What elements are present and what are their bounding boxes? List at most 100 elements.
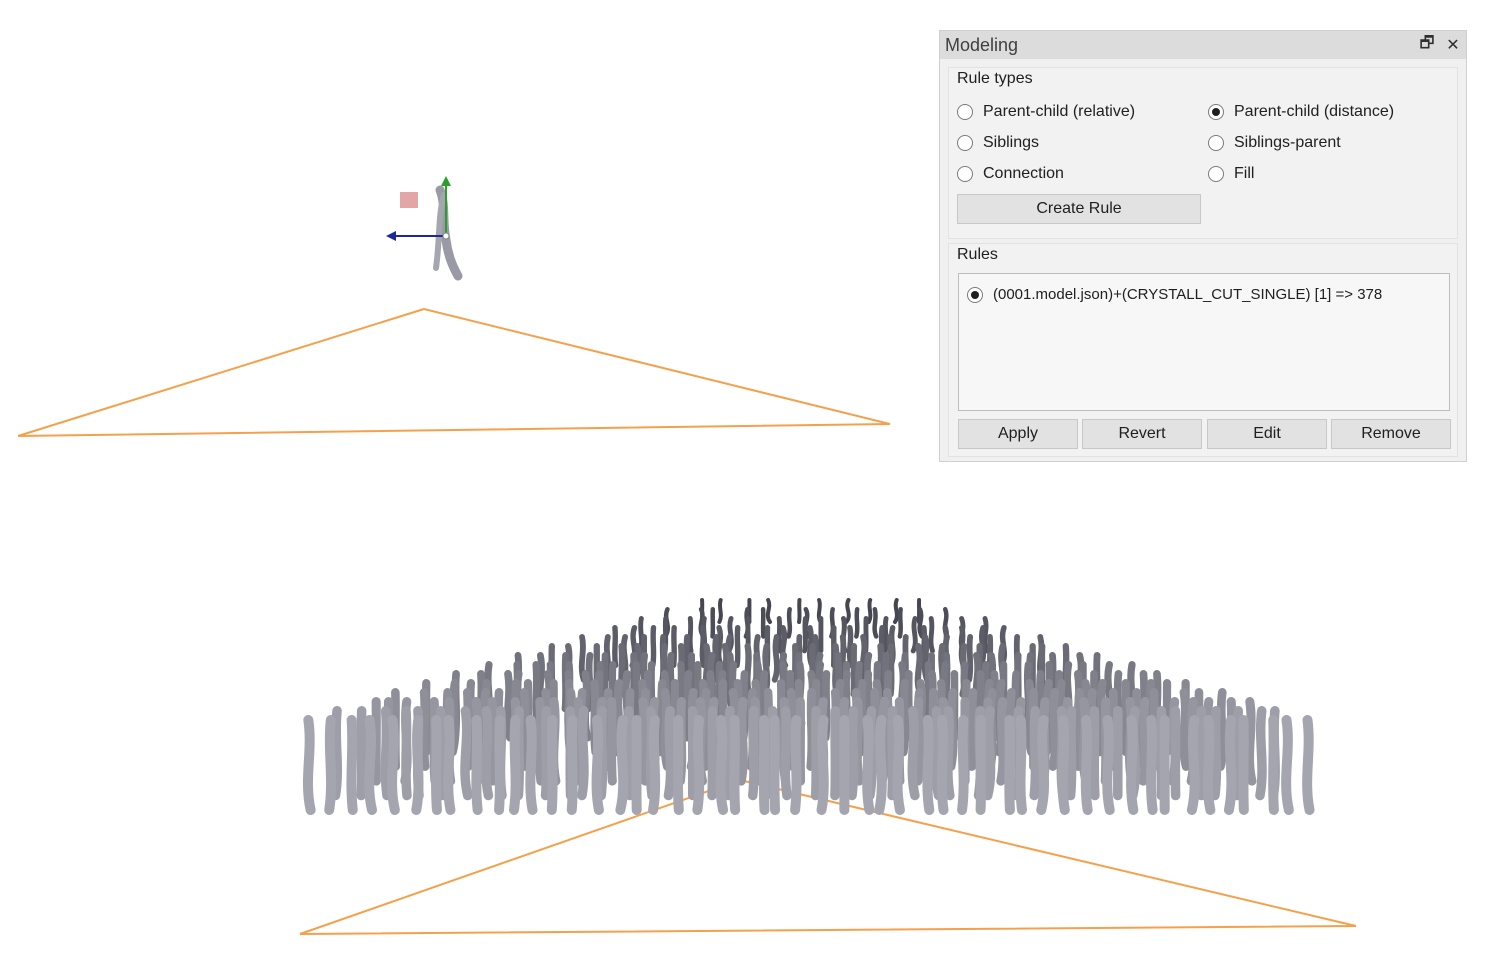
crowd-model [487,696,498,786]
edit-button[interactable]: Edit [1207,419,1327,449]
revert-button[interactable]: Revert [1082,419,1202,449]
crowd-model [748,706,759,801]
radio-connection[interactable]: Connection [957,165,1064,183]
rule-item-label: (0001.model.json)+(CRYSTALL_CUT_SINGLE) … [993,286,1383,303]
crowd-model [715,715,729,815]
crowd-model [1138,696,1150,786]
rules-label: Rules [957,246,998,263]
crowd-model [736,696,748,786]
crowd-model [780,706,792,801]
crowd-model [1210,706,1222,801]
rules-list[interactable]: (0001.model.json)+(CRYSTALL_CUT_SINGLE) … [958,273,1450,411]
crowd-model [1202,715,1216,815]
crowd-model [519,688,530,771]
radio-label: Fill [1234,165,1255,182]
crowd-model [786,606,793,639]
radio-label: Siblings [983,134,1040,151]
crowd-model [1004,715,1015,815]
crowd-model [790,715,802,815]
crowd-model [1065,706,1077,801]
crowd-model [816,715,829,815]
crowd-model [996,696,1008,786]
crowd-model [943,706,955,801]
modeling-panel: Modeling 🗗 ✕ Rule types Parent-child (re… [939,30,1467,462]
crowd-model [907,706,920,801]
radio-label: Parent-child (distance) [1234,103,1395,120]
crowd-model [776,616,783,654]
crowd-model [892,715,905,815]
crowd-model [546,715,558,815]
radio-label: Parent-child (relative) [983,103,1136,120]
crowd-model [591,715,604,815]
crowd-model [922,715,935,815]
crowd-model [494,715,505,815]
radio-fill[interactable]: Fill [1208,165,1254,183]
rules-group: Rules (0001.model.json)+(CRYSTALL_CUT_SI… [948,243,1458,457]
crowd-model [663,706,676,801]
crowd-model [854,606,860,639]
crowd-model [758,715,770,815]
crowd-model [882,616,889,654]
radio-parent-child-distance[interactable]: Parent-child (distance) [1208,103,1394,121]
crowd-model [540,706,552,801]
radio-indicator [967,286,983,303]
crowd-model [460,706,473,801]
apply-button[interactable]: Apply [958,419,1078,449]
panel-titlebar: Modeling 🗗 ✕ [940,31,1466,59]
crowd-model [862,715,875,815]
crowd-model [419,688,430,771]
crowd-model [769,715,781,815]
rule-types-group: Rule types Parent-child (relative) Paren… [948,67,1458,239]
crowd-model [1080,715,1093,815]
crowd-model [1255,706,1267,801]
crowd-model [967,688,978,771]
crowd-model [1057,715,1070,815]
crowd-model [525,715,538,815]
crowd-model [648,715,661,815]
crowd-model [1232,706,1244,801]
crowd-model [866,598,873,624]
create-rule-button[interactable]: Create Rule [957,194,1201,224]
crowd-model [692,715,705,815]
crowd-model [503,669,514,742]
crowd-model [302,715,316,815]
crowd-model [802,616,808,654]
crowd-model [1223,715,1237,815]
crowd-model [797,598,802,624]
radio-label: Siblings-parent [1234,134,1341,151]
radio-parent-child-relative[interactable]: Parent-child (relative) [957,103,1135,121]
crowd-model [734,624,741,669]
crowd-model [957,715,969,815]
float-icon[interactable]: 🗗 [1414,32,1440,59]
crowd-model [1146,715,1158,815]
crowd-model [623,706,635,801]
crowd-model [810,706,821,801]
remove-button[interactable]: Remove [1331,419,1451,449]
crowd-model [910,616,918,654]
radio-siblings[interactable]: Siblings [957,134,1039,152]
radio-siblings-parent[interactable]: Siblings-parent [1208,134,1341,152]
crowd-model [1244,696,1257,786]
crowd-model [509,715,521,815]
rule-item[interactable]: (0001.model.json)+(CRYSTALL_CUT_SINGLE) … [967,286,1382,303]
crowd-model [430,715,442,815]
crowd-model [364,715,377,815]
crowd-model [1268,715,1279,815]
crowd-model [716,624,725,669]
panel-title: Modeling [945,34,1019,55]
crowd-model [471,715,483,815]
radio-indicator [957,104,973,120]
close-icon[interactable]: ✕ [1440,35,1466,55]
crowd-model [411,715,424,815]
crowd-model [897,606,903,639]
crowd-model [356,706,367,801]
crowd-model [650,624,657,669]
radio-indicator [1208,104,1224,120]
crowd-model [765,598,773,624]
crowd-model [729,715,741,815]
rule-types-label: Rule types [957,70,1033,87]
radio-indicator [957,135,973,151]
crowd-model [1302,715,1315,815]
crowd-model [481,706,494,801]
radio-label: Connection [983,165,1064,182]
